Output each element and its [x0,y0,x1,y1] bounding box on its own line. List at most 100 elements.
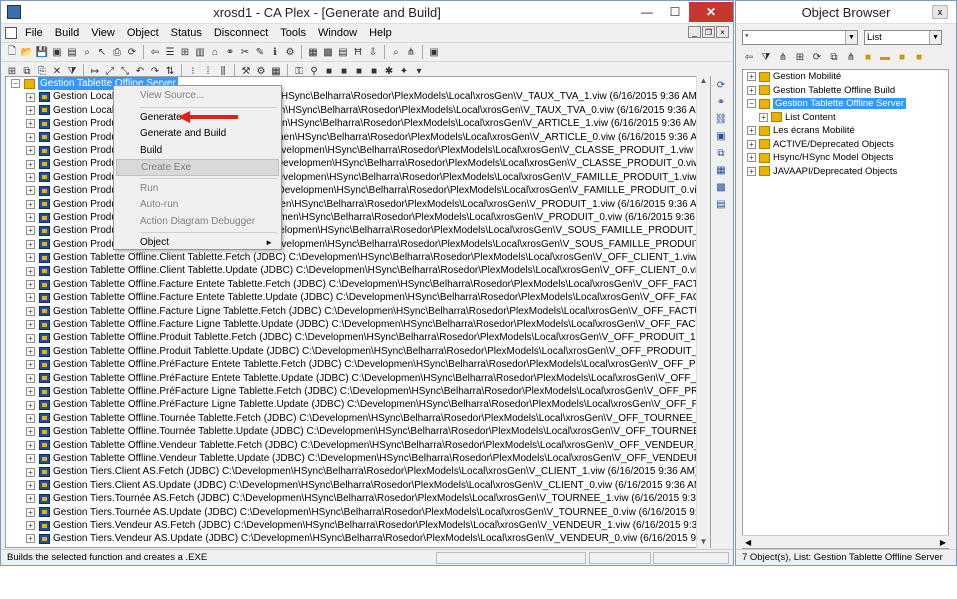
tree-row[interactable]: +Gestion Produit.Sous Famille.Update (JD… [6,238,710,251]
tree-row[interactable]: + Gestion Localisation.Fetch (JDBC) C:\De… [6,90,710,103]
minimize-button[interactable]: — [633,2,661,22]
object-tree-label[interactable]: List Content [785,112,836,123]
refresh-icon[interactable]: ⟳ [714,79,728,92]
image-icon[interactable]: ▩ [714,181,728,194]
tree-row[interactable]: + Gestion Tablette Offline.Client Tablett… [6,264,710,277]
tree-icon[interactable]: ⋔ [844,50,858,64]
scroll-right-arrow[interactable]: ▶ [940,538,946,547]
expand-toggle[interactable]: + [26,360,35,370]
tree-row-label[interactable]: Gestion Tablette Offline.Vendeur Tablett… [53,439,710,452]
library-icon[interactable]: ⌂ [208,45,222,59]
tree-row-label[interactable]: Gestion Tiers.Client AS.Update (JDBC) C:… [53,479,706,492]
main-titlebar[interactable]: xrosd1 - CA Plex - [Generate and Build] … [1,1,733,24]
expand-toggle[interactable]: + [26,347,35,356]
filter-icon[interactable]: ⧩ [759,50,773,64]
menu-view[interactable]: View [85,27,121,39]
table-icon[interactable]: ▤ [336,45,350,59]
object-browser-close-button[interactable]: x [932,5,948,19]
new-icon[interactable]: 🗋 [5,45,19,59]
object-tree-node[interactable]: + JAVAAPI/Deprecated Objects [743,165,948,179]
tree-row-label[interactable]: Gestion Tiers.Vendeur AS.Update (JDBC) C… [53,532,710,545]
object-browser-titlebar[interactable]: Object Browser x [736,1,956,24]
menu-item-run[interactable]: Run [116,181,279,198]
tree-row-label[interactable]: Gestion Tablette Offline.PréFacture Lign… [53,398,710,411]
tool-icon[interactable]: ✎ [253,45,267,59]
app-icon[interactable] [7,5,21,19]
expand-toggle[interactable]: + [26,92,35,102]
expand-toggle[interactable]: + [26,521,35,531]
expand-toggle[interactable]: + [26,400,35,410]
menu-object[interactable]: Object [121,27,165,39]
tree-row[interactable]: + Gestion Tablette Offline.Produit Tablet… [6,345,710,358]
tree-row-label[interactable]: Gestion Tablette Offline.PréFacture Ente… [53,372,710,385]
tree-row[interactable]: + Gestion Tablette Offline.Client Tablett… [6,251,710,264]
expand-toggle[interactable]: + [26,253,35,263]
tree-row[interactable]: + Gestion Tablette Offline.Vendeur Tablet… [6,439,710,452]
tree-row[interactable]: + Gestion Tiers.Vendeur AS.Update (JDBC) … [6,532,710,545]
object-tree-node[interactable]: − Gestion Tablette Offline Server [743,97,948,111]
expand-icon[interactable]: ⊞ [793,50,807,64]
expand-toggle[interactable]: + [26,534,35,544]
generate-build-tree[interactable]: − Gestion Tablette Offline Server + Gesti… [5,76,711,548]
window-icon[interactable]: ▣ [714,130,728,143]
expand-toggle[interactable]: + [26,199,35,209]
tree-row-label[interactable]: Gestion Tablette Offline.PréFacture Ente… [53,358,710,371]
diagram-icon[interactable]: ⊞ [178,45,192,59]
tree-row-label[interactable]: Gestion Tiers.Client AS.Fetch (JDBC) C:\… [53,465,698,478]
menu-disconnect[interactable]: Disconnect [208,27,274,39]
menu-item-auto-run[interactable]: Auto-run [116,197,279,214]
menu-window[interactable]: Window [312,27,363,39]
expand-toggle[interactable]: + [26,119,35,129]
expand-toggle[interactable]: + [759,112,768,122]
expand-toggle[interactable]: + [26,480,35,490]
tree-row[interactable]: + Gestion Tiers.Client AS.Update (JDBC) C… [6,479,710,492]
chain-icon[interactable]: ⚭ [714,96,728,109]
mdi-minimize-button[interactable]: _ [688,26,701,38]
expand-toggle[interactable]: + [747,72,756,82]
properties-icon[interactable]: ⚙ [283,45,297,59]
expand-toggle[interactable]: + [26,159,35,169]
arrow-down-icon[interactable]: ⇩ [366,45,380,59]
print-icon[interactable]: ⎙ [110,45,124,59]
tree-row[interactable]: + Gestion Tiers.Tournée AS.Fetch (JDBC) C… [6,492,710,505]
refresh-icon[interactable]: ⟳ [125,45,139,59]
hierarchy-icon[interactable]: ⋔ [776,50,790,64]
expand-toggle[interactable]: + [26,454,35,464]
minus-icon[interactable]: ▬ [878,50,892,64]
folder-icon[interactable]: ■ [912,50,926,64]
link-icon[interactable]: ⛓ [714,113,728,126]
expand-toggle[interactable]: + [26,186,35,196]
menu-item-create-exe[interactable]: Create Exe [116,159,279,176]
expand-toggle[interactable]: + [747,126,756,136]
expand-toggle[interactable]: + [747,166,756,176]
expand-toggle[interactable]: + [26,507,35,517]
tree-row[interactable]: + Gestion Tablette Offline.Produit Tablet… [6,331,710,344]
tree-row[interactable]: + Gestion Tablette Offline.Vendeur Tablet… [6,452,710,465]
tree-row[interactable]: + Gestion Tablette Offline.Facture Entete… [6,278,710,291]
object-tree-label[interactable]: ACTIVE/Deprecated Objects [773,139,894,150]
tree-row-label[interactable]: Gestion Tablette Offline.Client Tablette… [53,264,710,277]
tree-row[interactable]: + Gestion Tablette Offline.Facture Ligne … [6,318,710,331]
tree-row-label[interactable]: Gestion Tiers.Tournée AS.Fetch (JDBC) C:… [53,492,710,505]
filter-combobox[interactable]: * ▼ [742,30,858,45]
tree-row[interactable]: + Gestion Tablette Offline.PréFacture Ent… [6,358,710,371]
object-tree-label[interactable]: Les écrans Mobilité [773,125,855,136]
menu-help[interactable]: Help [363,27,398,39]
expand-toggle[interactable]: + [26,213,35,223]
object-tree-node[interactable]: + ACTIVE/Deprecated Objects [743,138,948,152]
screen-icon[interactable]: ▦ [714,164,728,177]
object-tree-node[interactable]: + Les écrans Mobilité [743,124,948,138]
scroll-left-arrow[interactable]: ◀ [745,538,751,547]
back-icon[interactable]: ⇦ [742,50,756,64]
tree-row[interactable]: + Gestion Tablette Offline.Facture Ligne … [6,305,710,318]
tree-row[interactable]: + Gestion Produit.Article.Fetch (JDBC) C:… [6,117,710,130]
tree-row[interactable]: + Gestion Produit.Produit.Update (JDBC) C… [6,211,710,224]
object-tree-node[interactable]: + Gestion Tablette Offline Build [743,84,948,98]
tree-row[interactable]: + Gestion Tablette Offline.Tournée Tablet… [6,425,710,438]
expand-toggle[interactable]: + [26,239,35,249]
object-tree-label[interactable]: Gestion Tablette Offline Server [773,98,907,110]
tree-row[interactable]: + Gestion Tablette Offline.Facture Entete… [6,291,710,304]
expand-toggle[interactable]: + [26,132,35,142]
tree-row-label[interactable]: Gestion Tablette Offline.PréFacture Lign… [53,385,710,398]
expand-toggle[interactable]: + [26,105,35,115]
